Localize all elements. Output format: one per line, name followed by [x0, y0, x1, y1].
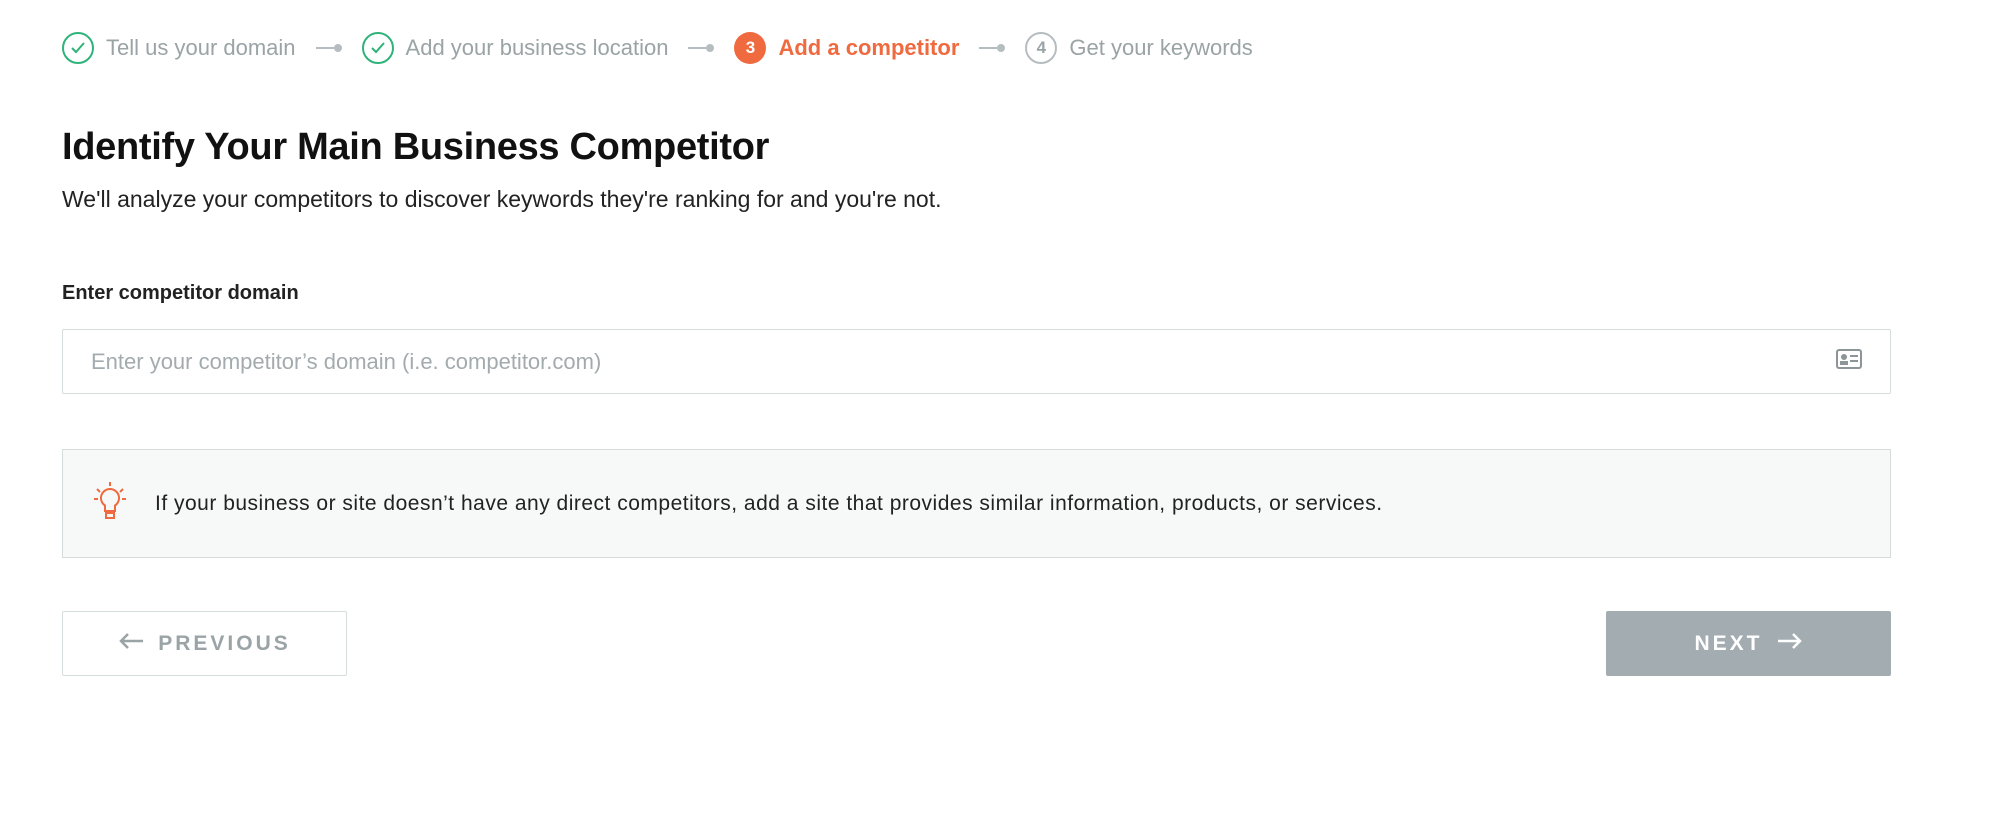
lightbulb-icon — [93, 481, 127, 527]
page-title: Identify Your Main Business Competitor — [62, 126, 770, 168]
contact-card-icon — [1836, 349, 1862, 374]
tip-box: If your business or site doesn’t have an… — [62, 449, 1891, 558]
step-keywords: 4 Get your keywords — [1025, 32, 1253, 64]
competitor-domain-label: Enter competitor domain — [62, 282, 299, 304]
arrow-icon — [688, 44, 715, 52]
next-label: NEXT — [1694, 631, 1763, 655]
step-label: Tell us your domain — [106, 35, 296, 60]
next-button[interactable]: NEXT — [1606, 611, 1891, 676]
step-label: Add your business location — [405, 35, 669, 60]
previous-button[interactable]: PREVIOUS — [62, 611, 347, 676]
step-number: 4 — [1025, 32, 1058, 64]
step-domain: Tell us your domain — [62, 32, 296, 64]
step-label: Get your keywords — [1069, 35, 1253, 60]
step-label: Add a competitor — [778, 35, 960, 60]
step-location: Add your business location — [361, 32, 669, 64]
page-subtitle: We'll analyze your competitors to discov… — [62, 186, 942, 212]
tip-text: If your business or site doesn’t have an… — [155, 491, 1383, 515]
check-icon — [361, 32, 394, 64]
competitor-domain-field[interactable] — [62, 329, 1891, 394]
progress-stepper: Tell us your domain Add your business lo… — [62, 30, 1253, 66]
arrow-icon — [979, 44, 1006, 52]
arrow-icon — [315, 44, 342, 52]
arrow-left-icon — [118, 632, 144, 656]
previous-label: PREVIOUS — [158, 631, 291, 655]
check-icon — [62, 32, 94, 64]
step-competitor: 3 Add a competitor — [734, 32, 959, 64]
step-number: 3 — [734, 32, 767, 64]
competitor-domain-input[interactable] — [91, 348, 1836, 375]
arrow-right-icon — [1777, 632, 1803, 656]
